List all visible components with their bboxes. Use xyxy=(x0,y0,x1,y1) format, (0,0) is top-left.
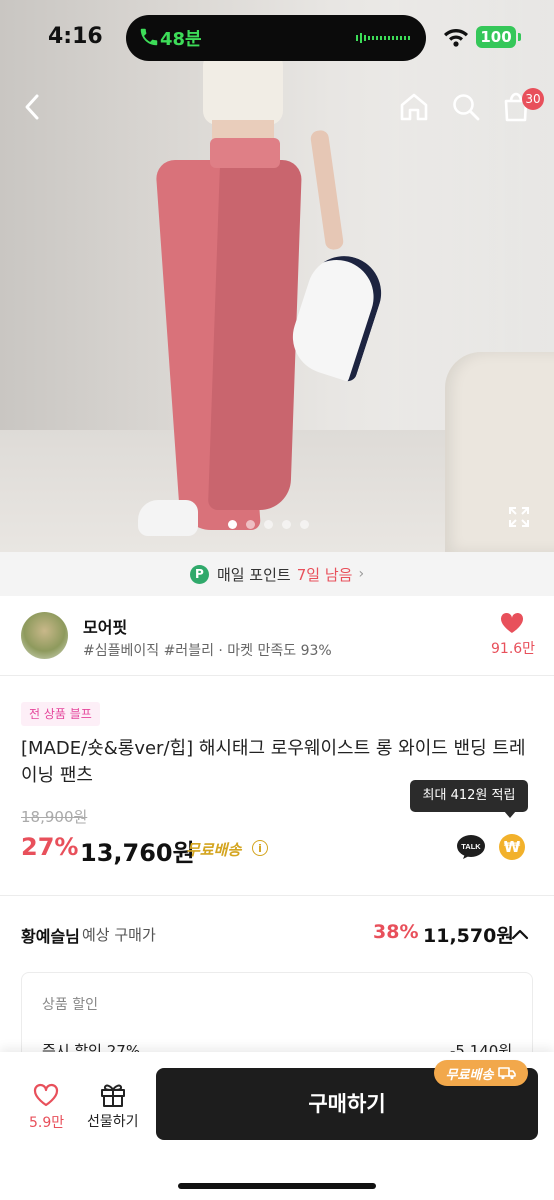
gallery-dot[interactable] xyxy=(246,520,255,529)
expected-discount: 38% xyxy=(373,921,419,943)
image-knit-top xyxy=(203,55,283,125)
back-icon[interactable] xyxy=(16,90,50,124)
store-name[interactable]: 모어핏 xyxy=(83,614,127,638)
gallery-dot[interactable] xyxy=(300,520,309,529)
image-cap xyxy=(283,246,391,384)
wifi-icon xyxy=(444,29,468,47)
tooltip-arrow xyxy=(504,811,516,818)
store-like-count: 91.6만 xyxy=(491,641,536,657)
truck-icon xyxy=(498,1067,517,1080)
free-shipping-badge-label: 무료배송 xyxy=(445,1067,494,1083)
image-pants-waistband xyxy=(210,138,280,168)
wish-heart-icon[interactable] xyxy=(33,1083,59,1107)
info-icon[interactable]: i xyxy=(252,840,268,856)
wish-count: 5.9만 xyxy=(29,1115,65,1131)
store-avatar[interactable] xyxy=(21,612,68,659)
home-icon[interactable] xyxy=(397,90,431,124)
chevron-right-icon: › xyxy=(358,566,365,582)
product-image[interactable] xyxy=(0,0,554,552)
call-duration: 48분 xyxy=(160,29,202,50)
divider xyxy=(0,675,554,676)
kakao-talk-icon[interactable]: TALK xyxy=(457,834,485,860)
expected-price-label: 예상 구매가 xyxy=(82,926,156,944)
battery-tip xyxy=(518,33,521,41)
phone-icon xyxy=(140,28,158,46)
image-shoe xyxy=(138,500,198,536)
gift-icon[interactable] xyxy=(99,1080,127,1108)
section-separator xyxy=(0,895,554,896)
expand-icon[interactable] xyxy=(508,506,530,528)
free-shipping-badge: 무료배송 xyxy=(434,1060,528,1086)
expected-price: 11,570원 xyxy=(423,925,514,947)
points-remaining: 7일 남음 xyxy=(296,565,353,584)
gallery-dot[interactable] xyxy=(264,520,273,529)
audio-wave-icon xyxy=(356,33,410,43)
cart-count-badge: 30 xyxy=(522,88,544,110)
image-arm xyxy=(309,129,345,251)
points-label: 매일 포인트 xyxy=(216,565,291,584)
points-icon: P xyxy=(189,564,209,584)
user-name: 황예슬님 xyxy=(21,927,80,946)
gallery-dot[interactable] xyxy=(282,520,291,529)
reward-won-icon[interactable]: ₩ xyxy=(499,834,525,860)
gallery-dot[interactable] xyxy=(228,520,237,529)
status-time: 4:16 xyxy=(48,24,103,49)
original-price: 18,900원 xyxy=(21,808,88,826)
store-tags: #심플베이직 #러블리 · 마켓 만족도 93% xyxy=(83,643,332,659)
discount-rate: 27% xyxy=(21,833,79,861)
sale-price: 13,760원 xyxy=(80,839,195,867)
home-indicator xyxy=(178,1183,376,1189)
store-heart-icon[interactable] xyxy=(500,612,524,634)
card-heading: 상품 할인 xyxy=(42,997,98,1013)
free-shipping-label: 무료배송 xyxy=(186,841,242,859)
daily-points-banner[interactable]: P 매일 포인트 7일 남음 › xyxy=(0,552,554,596)
search-icon[interactable] xyxy=(449,90,483,124)
reward-tooltip: 최대 412원 적립 xyxy=(410,780,528,812)
svg-text:TALK: TALK xyxy=(461,842,481,851)
gallery-indicator xyxy=(228,520,309,530)
promo-badge: 전 상품 블프 xyxy=(21,702,100,726)
image-sofa xyxy=(445,352,554,552)
chevron-up-icon[interactable] xyxy=(510,924,530,944)
image-pants-right-leg xyxy=(207,160,303,510)
gift-label[interactable]: 선물하기 xyxy=(87,1111,139,1131)
battery-indicator: 100 xyxy=(476,26,516,48)
